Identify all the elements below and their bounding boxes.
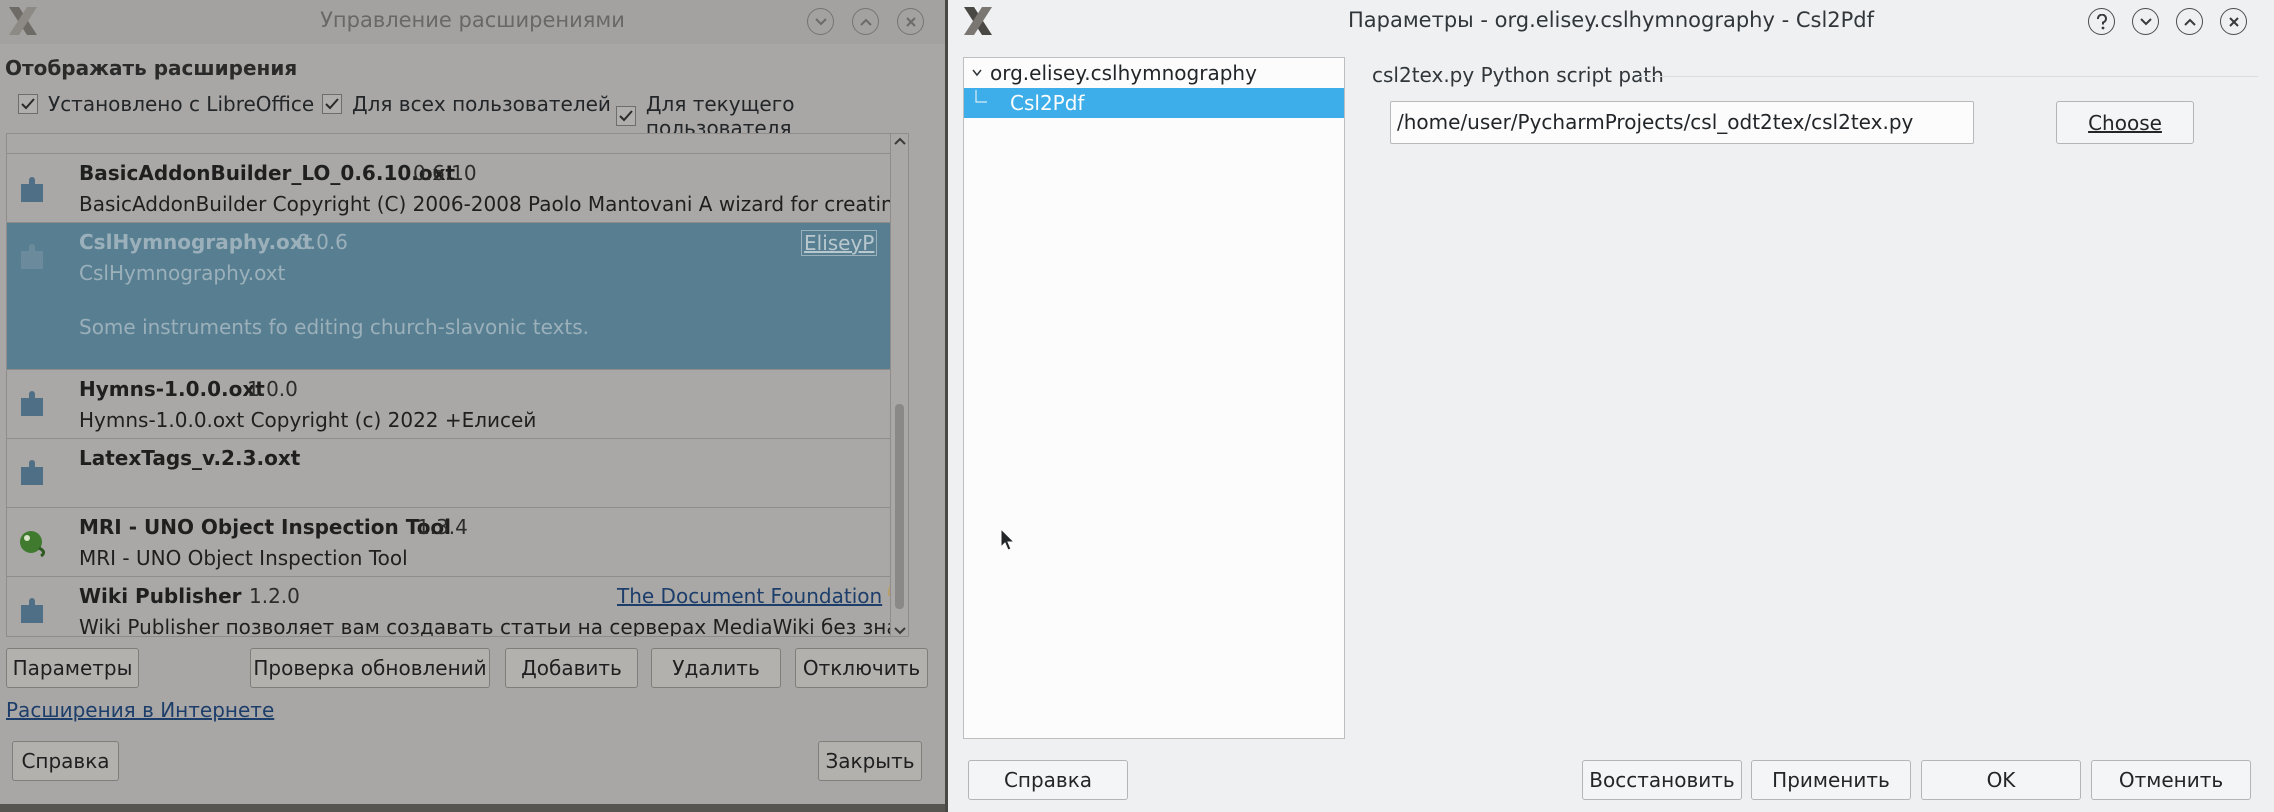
extension-name: BasicAddonBuilder_LO_0.6.10.oxt (79, 161, 456, 185)
extension-description: Hymns-1.0.0.oxt Copyright (c) 2022 +Елис… (79, 408, 537, 432)
mouse-pointer-icon (1000, 528, 1016, 552)
checkmark-icon (21, 98, 35, 110)
extension-version: 0.6.10 (413, 161, 477, 185)
checkbox[interactable] (616, 106, 636, 126)
chevron-down-icon (814, 17, 828, 27)
close-icon (905, 16, 917, 28)
tree-item-child-selected[interactable]: Csl2Pdf (964, 88, 1344, 118)
extension-long-description: Some instruments fo editing church-slavo… (79, 315, 590, 339)
chevron-up-icon (2183, 17, 2197, 27)
chevron-down-icon (2139, 17, 2153, 27)
list-item[interactable]: Wiki Publisher 1.2.0 The Document Founda… (7, 577, 909, 637)
minimize-button[interactable] (2132, 8, 2159, 35)
minimize-button[interactable] (807, 8, 834, 35)
choose-button[interactable]: Choose (2056, 101, 2194, 144)
vertical-scrollbar[interactable] (890, 134, 908, 636)
extension-description: MRI - UNO Object Inspection Tool (79, 546, 408, 570)
ok-button[interactable]: OK (1921, 760, 2081, 800)
checkbox[interactable] (322, 94, 342, 114)
extension-name: CslHymnography.oxt (79, 230, 313, 254)
chevron-up-icon (859, 17, 873, 27)
filter-group-label: Отображать расширения (5, 56, 298, 80)
extension-version: 1.2.0 (249, 584, 300, 608)
list-item-selected[interactable]: CslHymnography.oxt 0.0.6 EliseyP CslHymn… (7, 223, 908, 370)
reset-button[interactable]: Восстановить (1582, 760, 1742, 800)
list-item[interactable]: LatexTags_v.2.3.oxt (7, 439, 908, 508)
list-item[interactable]: Hymns-1.0.0.oxt 1.0.0 Hymns-1.0.0.oxt Co… (7, 370, 908, 439)
checkmark-icon (619, 110, 633, 122)
chevron-up-icon[interactable] (894, 137, 906, 145)
puzzle-piece-icon (17, 595, 49, 627)
filter-bundled[interactable]: Установлено с LibreOffice (18, 92, 314, 116)
options-tree: org.elisey.cslhymnography Csl2Pdf (963, 57, 1345, 739)
tree-item-root[interactable]: org.elisey.cslhymnography (964, 58, 1344, 88)
chevron-down-icon[interactable] (894, 627, 906, 635)
close-window-button[interactable] (2220, 8, 2247, 35)
tree-item-label: org.elisey.cslhymnography (990, 61, 1257, 85)
help-button[interactable]: Справка (968, 760, 1128, 800)
scrollbar-thumb[interactable] (895, 404, 904, 609)
extension-name: Hymns-1.0.0.oxt (79, 377, 265, 401)
section-divider (1638, 76, 2258, 77)
checkbox[interactable] (18, 94, 38, 114)
mri-chameleon-icon (17, 526, 49, 558)
options-dialog-window: Параметры - org.elisey.cslhymnography - … (948, 0, 2274, 812)
help-button[interactable]: Справка (12, 741, 119, 781)
extension-manager-window: Управление расширениями Отображать расши… (0, 0, 945, 804)
publisher-link[interactable]: EliseyP (801, 230, 878, 256)
question-mark-icon (2096, 13, 2108, 30)
chevron-down-icon[interactable] (972, 69, 982, 77)
list-item[interactable]: BasicAddonBuilder_LO_0.6.10.oxt 0.6.10 B… (7, 154, 909, 223)
options-button[interactable]: Параметры (6, 648, 139, 688)
tree-branch-line-icon (974, 90, 988, 108)
list-item[interactable] (7, 134, 908, 154)
close-button[interactable]: Закрыть (818, 741, 922, 781)
checkmark-icon (325, 98, 339, 110)
check-updates-button[interactable]: Проверка обновлений (250, 648, 490, 688)
extension-description: BasicAddonBuilder Copyright (C) 2006-200… (79, 192, 909, 216)
list-item[interactable]: MRI - UNO Object Inspection Tool 1.3.4 M… (7, 508, 908, 577)
puzzle-piece-icon (17, 388, 49, 420)
filter-label: Для всех пользователей (352, 92, 611, 116)
add-button[interactable]: Добавить (505, 648, 638, 688)
close-window-button[interactable] (897, 8, 924, 35)
remove-button[interactable]: Удалить (651, 648, 781, 688)
section-label: csl2tex.py Python script path (1372, 63, 1664, 87)
extension-version: 0.0.6 (297, 230, 348, 254)
filter-label: Установлено с LibreOffice (48, 92, 315, 116)
extension-version: 1.0.0 (247, 377, 298, 401)
extension-name: LatexTags_v.2.3.oxt (79, 446, 301, 470)
extension-list: BasicAddonBuilder_LO_0.6.10.oxt 0.6.10 B… (6, 133, 909, 637)
titlebar[interactable]: Параметры - org.elisey.cslhymnography - … (948, 0, 2274, 44)
maximize-button[interactable] (852, 8, 879, 35)
choose-button-label: Choose (2088, 110, 2162, 135)
cancel-button[interactable]: Отменить (2091, 760, 2251, 800)
close-icon (2228, 16, 2240, 28)
puzzle-piece-icon (17, 241, 49, 273)
extension-description: Wiki Publisher позволяет вам создавать с… (79, 615, 909, 637)
titlebar[interactable]: Управление расширениями (0, 0, 945, 44)
puzzle-piece-icon (17, 174, 49, 206)
background-strip (0, 804, 945, 812)
help-context-button[interactable] (2088, 8, 2115, 35)
disable-button[interactable]: Отключить (795, 648, 928, 688)
extensions-online-link[interactable]: Расширения в Интернете (6, 698, 274, 722)
filter-shared[interactable]: Для всех пользователей (322, 92, 611, 116)
tree-item-label: Csl2Pdf (1010, 91, 1085, 115)
puzzle-piece-icon (17, 457, 49, 489)
extension-name: MRI - UNO Object Inspection Tool (79, 515, 452, 539)
publisher-link[interactable]: The Document Foundation (617, 584, 882, 608)
script-path-input[interactable]: /home/user/PycharmProjects/csl_odt2tex/c… (1390, 101, 1974, 144)
apply-button[interactable]: Применить (1751, 760, 1911, 800)
extension-description: CslHymnography.oxt (79, 261, 286, 285)
window-title: Управление расширениями (320, 8, 625, 32)
maximize-button[interactable] (2176, 8, 2203, 35)
extension-version: 1.3.4 (417, 515, 468, 539)
window-title: Параметры - org.elisey.cslhymnography - … (1347, 8, 1875, 32)
extension-name: Wiki Publisher (79, 584, 242, 608)
